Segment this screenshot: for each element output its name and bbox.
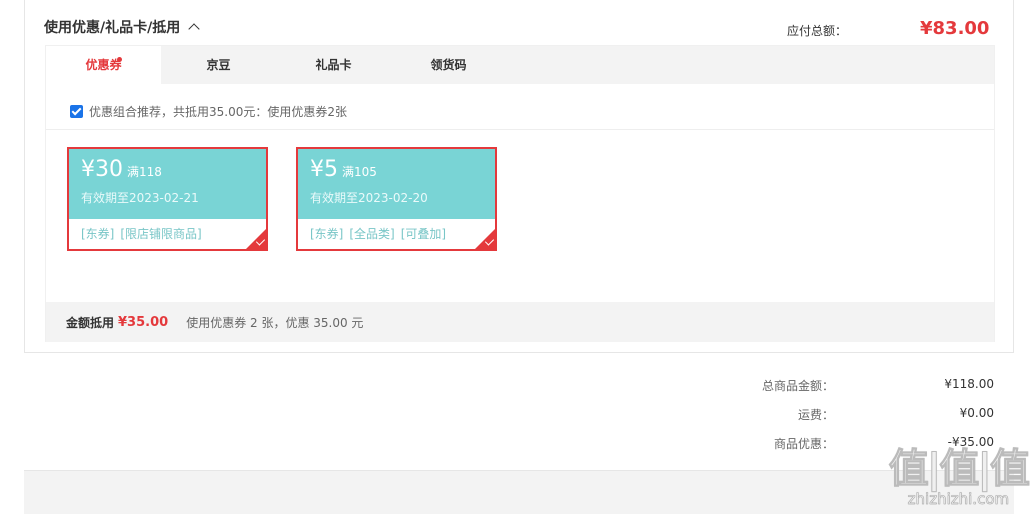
coupon-card[interactable]: ¥5 满105 有效期至2023-02-20 [东券] [全品类] [可叠加] — [296, 147, 497, 251]
coupon-amount: ¥5 — [310, 157, 338, 182]
tab-gift-card-label: 礼品卡 — [315, 58, 352, 72]
combo-recommendation: 优惠组合推荐，共抵用35.00元：使用优惠券2张 — [70, 103, 347, 120]
coupon-tag: [全品类] — [349, 227, 395, 241]
tab-bar: 优惠券 京豆 礼品卡 领货码 — [46, 46, 994, 84]
coupon-tag: [东券] — [81, 227, 115, 241]
coupon-validity: 有效期至2023-02-21 — [81, 191, 199, 205]
tab-redeem-code-label: 领货码 — [430, 58, 467, 72]
shipping-label: 运费： — [797, 408, 834, 422]
tab-jingdou-label: 京豆 — [206, 58, 231, 72]
payable-value: ¥83.00 — [920, 18, 990, 39]
combo-checkbox[interactable] — [70, 105, 83, 118]
total-goods-value: ¥118.00 — [944, 377, 994, 391]
total-goods-label: 总商品金额： — [761, 379, 834, 393]
watermark-logo: 值|值|值 zhizhizhi.com — [888, 436, 1030, 509]
discount-label: 商品优惠： — [773, 437, 834, 451]
section-title[interactable]: 使用优惠/礼品卡/抵用 — [44, 17, 200, 37]
coupon-tag: [可叠加] — [400, 227, 447, 241]
chevron-up-icon[interactable] — [188, 23, 200, 35]
payable-bar — [24, 470, 1014, 514]
coupon-tags: [东券] [全品类] [可叠加] — [298, 219, 495, 242]
watermark-big: 值|值|值 — [888, 446, 1030, 493]
tab-redeem-code[interactable]: 领货码 — [391, 46, 506, 84]
summary-label: 金额抵用 — [66, 315, 115, 330]
coupon-tag: [东券] — [310, 227, 344, 241]
coupon-condition: 满118 — [127, 165, 162, 179]
section-title-text: 使用优惠/礼品卡/抵用 — [44, 20, 181, 36]
coupon-amount: ¥30 — [81, 157, 123, 182]
divider — [46, 129, 994, 130]
discount-summary: 金额抵用 ¥35.00 使用优惠券 2 张，优惠 35.00 元 — [46, 302, 994, 342]
summary-desc: 使用优惠券 2 张，优惠 35.00 元 — [186, 315, 364, 330]
coupon-validity: 有效期至2023-02-20 — [310, 191, 428, 205]
notification-dot-icon — [117, 57, 122, 62]
combo-text: 优惠组合推荐，共抵用35.00元：使用优惠券2张 — [89, 105, 347, 119]
coupon-tag: [限店铺限商品] — [120, 227, 202, 241]
coupon-face: ¥5 满105 有效期至2023-02-20 — [298, 149, 495, 219]
coupon-face: ¥30 满118 有效期至2023-02-21 — [69, 149, 266, 219]
total-goods-row: 总商品金额： ¥118.00 — [694, 377, 994, 394]
payable-label: 应付总额： — [787, 24, 848, 38]
summary-amount: ¥35.00 — [118, 314, 169, 330]
coupon-box: 优惠券 京豆 礼品卡 领货码 优惠组合推荐，共抵用35.00元：使用优惠券2张 … — [45, 45, 995, 342]
shipping-value: ¥0.00 — [959, 406, 994, 420]
coupon-card[interactable]: ¥30 满118 有效期至2023-02-21 [东券] [限店铺限商品] — [67, 147, 268, 251]
tab-coupons[interactable]: 优惠券 — [46, 46, 161, 84]
watermark-small: zhizhizhi.com — [907, 490, 1010, 509]
tab-gift-card[interactable]: 礼品卡 — [276, 46, 391, 84]
coupon-tags: [东券] [限店铺限商品] — [69, 219, 266, 242]
shipping-row: 运费： ¥0.00 — [694, 406, 994, 423]
coupon-condition: 满105 — [342, 165, 377, 179]
tab-jingdou[interactable]: 京豆 — [161, 46, 276, 84]
